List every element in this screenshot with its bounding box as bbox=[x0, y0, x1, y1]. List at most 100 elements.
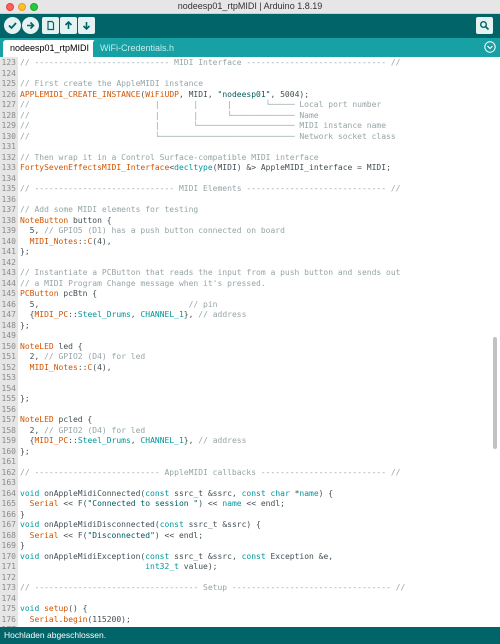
code-line: 153 bbox=[0, 373, 405, 384]
code-line: 162 // -------------------------- AppleMI… bbox=[0, 468, 405, 479]
line-number: 155 bbox=[1, 394, 16, 403]
line-number: 149 bbox=[1, 331, 16, 340]
line-number: 171 bbox=[1, 562, 16, 571]
code-token: (115200); bbox=[87, 614, 131, 624]
code-token: ) << endl; bbox=[154, 530, 204, 540]
code-token: , bbox=[130, 310, 141, 319]
code-line: 175 void setup() { bbox=[0, 604, 405, 615]
tab-wifi-credentials[interactable]: WiFi-Credentials.h bbox=[93, 40, 182, 57]
line-number: 128 bbox=[1, 110, 16, 120]
code-token: { bbox=[20, 436, 35, 445]
code-token: CHANNEL_1 bbox=[140, 436, 184, 445]
arrow-up-icon bbox=[64, 20, 73, 29]
code-line: 135 // ----------------------------- MIDI… bbox=[0, 184, 405, 195]
verify-button[interactable] bbox=[4, 17, 21, 34]
line-number: 147 bbox=[1, 310, 16, 319]
code-line: 148}; bbox=[0, 321, 405, 332]
code-token: << endl; bbox=[241, 499, 285, 508]
code-token: // -------------------------- AppleMIDI … bbox=[20, 467, 401, 477]
code-line: 152 MIDI_Notes::C(4), bbox=[0, 363, 405, 374]
code-token: button { bbox=[68, 215, 112, 225]
line-number: 126 bbox=[1, 89, 16, 99]
line-number: 159 bbox=[1, 436, 16, 445]
new-button[interactable] bbox=[42, 17, 59, 34]
code-token: value); bbox=[178, 562, 218, 571]
tab-menu-icon[interactable] bbox=[484, 41, 496, 53]
line-number: 165 bbox=[1, 499, 16, 508]
line-number: 132 bbox=[1, 152, 16, 162]
line-number: 175 bbox=[1, 604, 16, 613]
code-line: 133 FortySevenEffectsMIDI_Interface<declt… bbox=[0, 163, 405, 174]
line-number: 161 bbox=[1, 457, 16, 466]
code-token: onAppleMidiConnected( bbox=[39, 488, 146, 498]
code-token: }; bbox=[20, 320, 30, 330]
status-message: Hochladen abgeschlossen. bbox=[4, 630, 107, 640]
code-token: "Connected to session " bbox=[87, 499, 199, 508]
code-line: 136 bbox=[0, 195, 405, 206]
code-token: pcBtn { bbox=[58, 289, 98, 298]
code-line: 143 // Instantiate a PCButton that reads … bbox=[0, 268, 405, 279]
line-number: 162 bbox=[1, 467, 16, 477]
line-number: 136 bbox=[1, 194, 16, 204]
tab-nodeesp01-rtpmidi[interactable]: nodeesp01_rtpMIDI bbox=[3, 40, 97, 57]
code-line: 140 MIDI_Notes::C(4), bbox=[0, 237, 405, 248]
vertical-scrollbar[interactable] bbox=[493, 337, 497, 449]
code-token: :: bbox=[77, 362, 88, 372]
line-number: 140 bbox=[1, 236, 16, 246]
window-title: nodeesp01_rtpMIDI | Arduino 1.8.19 bbox=[177, 1, 323, 11]
code-line: 125 // First create the AppleMIDI instanc… bbox=[0, 79, 405, 90]
code-token: char bbox=[270, 488, 290, 498]
code-token: // address bbox=[198, 436, 247, 445]
code-editor[interactable]: 123 // ---------------------------- MIDI … bbox=[0, 57, 500, 627]
code-token: // GPIO5 (D1) has a push button connecte… bbox=[44, 226, 285, 235]
code-token: Steel_Drums bbox=[77, 436, 131, 445]
code-token: Exception &e, bbox=[265, 551, 334, 561]
code-token: onAppleMidiException( bbox=[39, 551, 146, 561]
code-token: // | └──────────────────── MIDI instance… bbox=[20, 121, 387, 130]
code-token: (4), bbox=[92, 362, 112, 372]
code-token: "Disconnected" bbox=[87, 530, 155, 540]
code-line: 164 void onAppleMidiConnected(const ssrc_… bbox=[0, 489, 405, 500]
line-number: 145 bbox=[1, 289, 16, 298]
code-line: 144 // a MIDI Program Change message when… bbox=[0, 279, 405, 290]
line-number: 127 bbox=[1, 100, 16, 109]
line-number: 143 bbox=[1, 268, 16, 277]
code-token: const bbox=[241, 488, 266, 498]
code-line: 161 bbox=[0, 457, 405, 468]
code-token: 5, bbox=[20, 299, 189, 309]
upload-button[interactable] bbox=[22, 17, 39, 34]
check-icon bbox=[8, 22, 17, 30]
line-number: 158 bbox=[1, 425, 16, 435]
code-token: const bbox=[241, 551, 266, 561]
code-token: "nodeesp01" bbox=[217, 89, 271, 99]
code-token: << F( bbox=[58, 499, 88, 508]
serial-monitor-button[interactable] bbox=[476, 17, 493, 34]
line-number: 129 bbox=[1, 121, 16, 130]
line-number: 164 bbox=[1, 488, 16, 498]
code-token: () { bbox=[68, 604, 88, 613]
line-number: 169 bbox=[1, 541, 16, 550]
code-line: 150 NoteLED led { bbox=[0, 342, 405, 353]
open-button[interactable] bbox=[60, 17, 77, 34]
line-number: 141 bbox=[1, 247, 16, 256]
code-token: }; bbox=[20, 446, 30, 456]
code-token: MIDI_Notes bbox=[29, 362, 78, 372]
save-button[interactable] bbox=[78, 17, 95, 34]
code-line: 165 Serial << F("Connected to session ")… bbox=[0, 499, 405, 510]
code-token: const bbox=[145, 488, 170, 498]
code-lines: 123 // ---------------------------- MIDI … bbox=[0, 58, 406, 627]
code-line: 132 // Then wrap it in a Control Surface-… bbox=[0, 153, 405, 164]
code-token: APPLEMIDI_CREATE_INSTANCE bbox=[20, 89, 141, 99]
code-token: void bbox=[20, 488, 40, 498]
code-line: 149 bbox=[0, 331, 405, 342]
code-token: , bbox=[130, 436, 141, 445]
code-line: 155}; bbox=[0, 394, 405, 405]
line-number: 150 bbox=[1, 341, 16, 351]
tab-bar: nodeesp01_rtpMIDI WiFi-Credentials.h bbox=[0, 38, 500, 57]
line-number: 173 bbox=[1, 583, 16, 592]
line-number: 156 bbox=[1, 404, 16, 414]
code-token: , 5004); bbox=[270, 89, 310, 99]
code-token: decltype bbox=[174, 163, 213, 172]
code-token: ) { bbox=[318, 488, 334, 498]
line-number: 124 bbox=[1, 68, 16, 78]
